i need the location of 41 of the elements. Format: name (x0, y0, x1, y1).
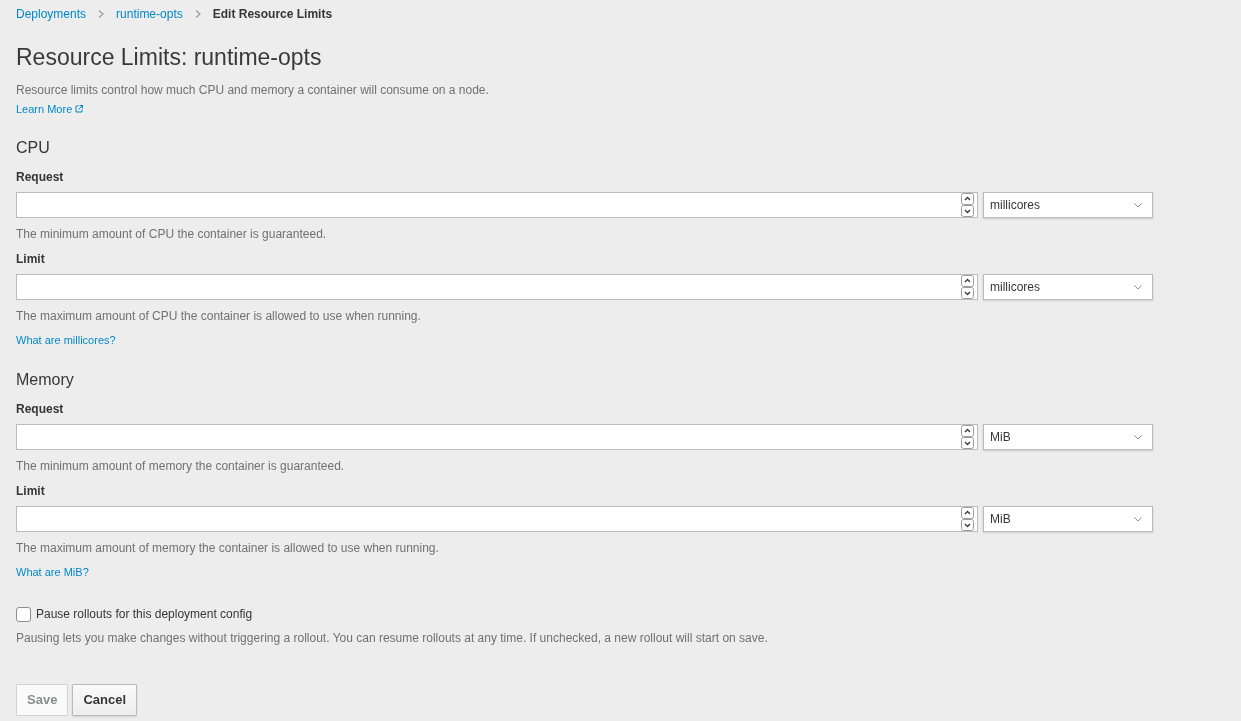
section-heading: CPU (16, 138, 51, 158)
help-text: The minimum amount of CPU the container is guaranteed. (16, 226, 328, 243)
chevron-icon (98, 10, 105, 18)
checkbox[interactable] (16, 606, 31, 622)
stepper-icon[interactable] (961, 275, 974, 299)
field-label: Limit (16, 251, 45, 268)
stepper-icon[interactable] (961, 193, 974, 217)
cancel-button[interactable]: Cancel (72, 684, 137, 716)
help-text: Pausing lets you make changes without triggering a rollout. You can resume rollouts at any time. If unchecked, a new rollout will start on save. (16, 630, 769, 647)
number-field[interactable] (16, 506, 978, 532)
caret-icon (1134, 202, 1142, 208)
help-text: The maximum amount of CPU the container is allowed to use when running. (16, 308, 422, 325)
description-text: Resource limits control how much CPU and memory a container will consume on a node. (16, 82, 490, 99)
number-field[interactable] (16, 192, 978, 218)
field-label: Request (16, 401, 64, 418)
learn-more-link[interactable]: Learn More (16, 101, 84, 117)
page-title: Resource Limits: runtime-opts (16, 43, 323, 72)
number-field[interactable] (16, 424, 978, 450)
checkbox-label: Pause rollouts for this deployment config (36, 606, 253, 623)
breadcrumb-link[interactable]: Deployments (16, 6, 87, 22)
section-heading: Memory (16, 370, 75, 390)
unit-dropdown[interactable]: millicores (983, 192, 1153, 218)
caret-icon (1134, 516, 1142, 522)
field-label: Request (16, 169, 64, 186)
breadcrumb-current: Edit Resource Limits (212, 6, 333, 22)
unit-dropdown[interactable]: MiB (983, 506, 1153, 532)
caret-icon (1134, 434, 1142, 440)
help-link[interactable]: What are MiB? (16, 564, 89, 580)
chevron-icon (194, 10, 201, 18)
unit-dropdown[interactable]: millicores (983, 274, 1153, 300)
help-link[interactable]: What are millicores? (16, 332, 116, 348)
stepper-icon[interactable] (961, 507, 974, 531)
help-text: The maximum amount of memory the container is allowed to use when running. (16, 540, 440, 557)
external-link-icon (75, 105, 84, 113)
caret-icon (1134, 284, 1142, 290)
unit-dropdown[interactable]: MiB (983, 424, 1153, 450)
number-field[interactable] (16, 274, 978, 300)
stepper-icon[interactable] (961, 425, 974, 449)
field-label: Limit (16, 483, 45, 500)
breadcrumb-link[interactable]: runtime-opts (116, 6, 183, 22)
help-text: The minimum amount of memory the container is guaranteed. (16, 458, 346, 475)
